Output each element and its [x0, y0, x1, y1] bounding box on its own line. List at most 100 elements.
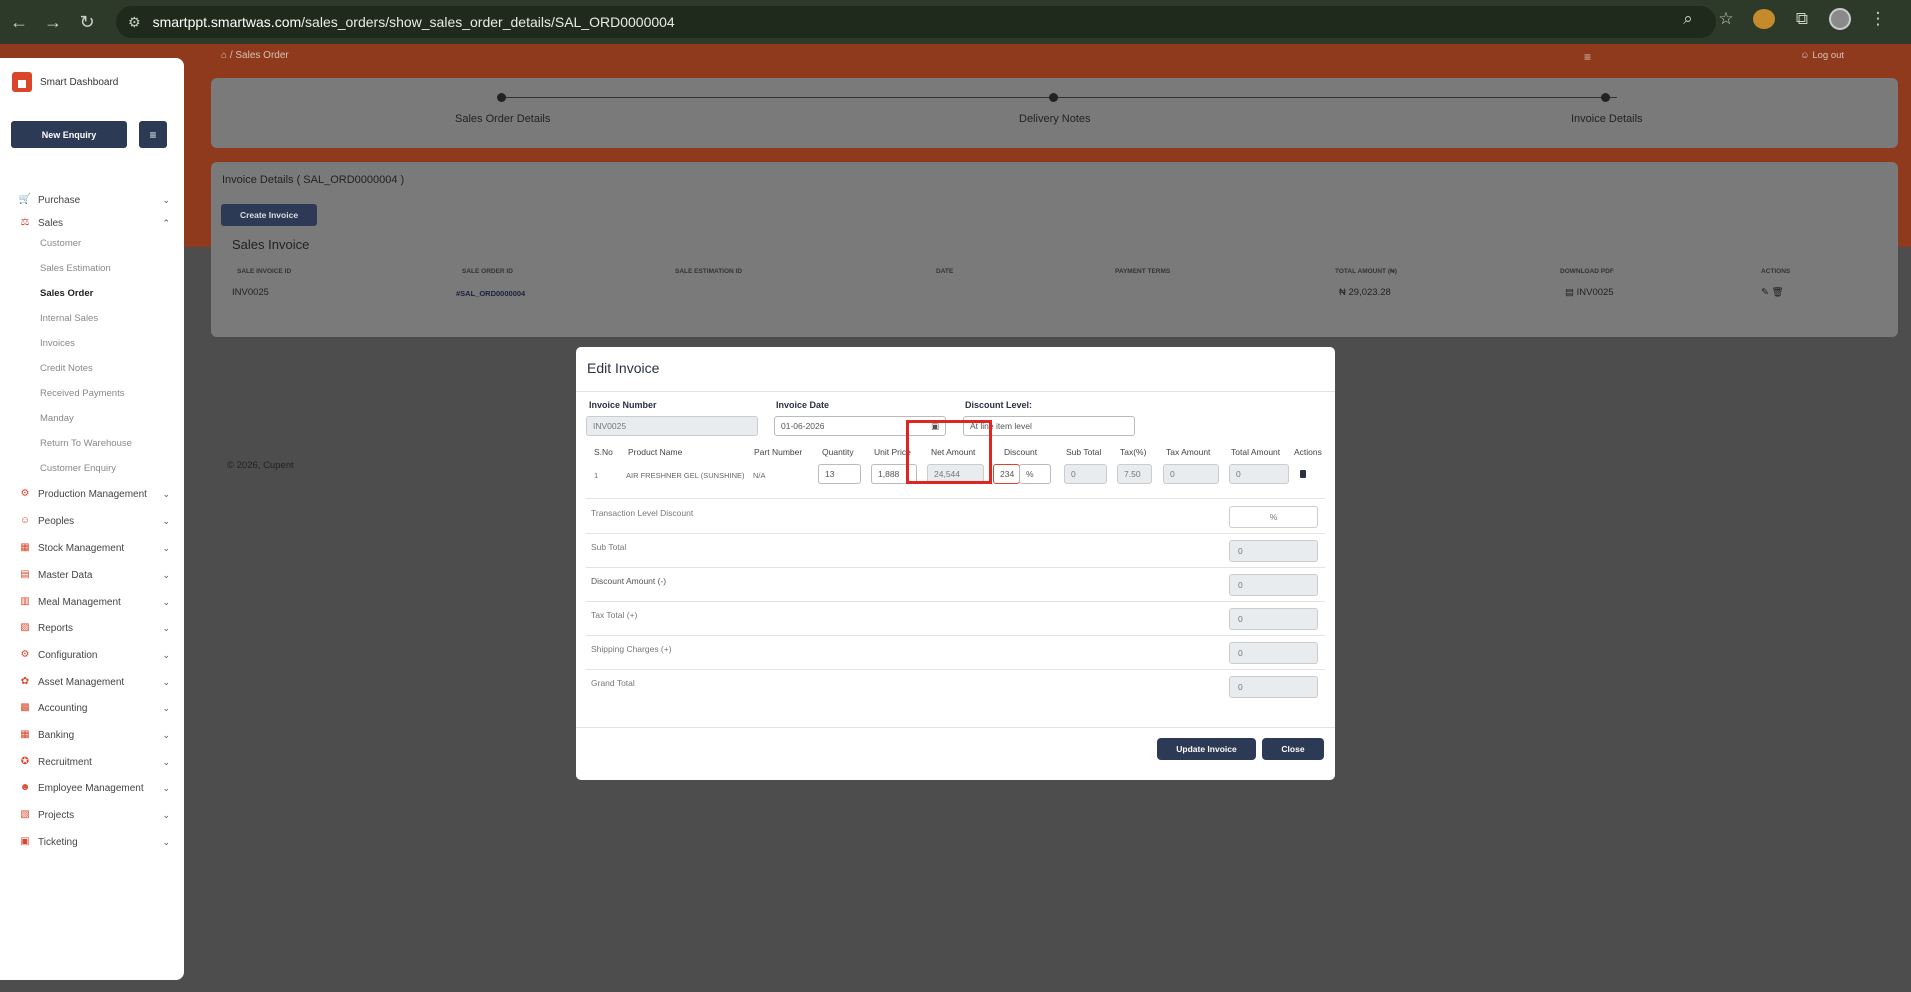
step-invoice-details[interactable]: Invoice Details: [1571, 113, 1643, 125]
sidebar-item-sales[interactable]: ⚖ Sales ⌃: [18, 215, 170, 231]
step-sales-order-details[interactable]: Sales Order Details: [455, 113, 550, 125]
tax-field[interactable]: 7.50: [1117, 464, 1152, 484]
col-header: SALE INVOICE ID: [237, 268, 292, 275]
download-pdf-link[interactable]: ▤ INV0025: [1565, 287, 1614, 298]
shipping-charges-field[interactable]: 0: [1229, 642, 1318, 664]
tax-total-field[interactable]: 0: [1229, 608, 1318, 630]
sidebar-item-reports[interactable]: ▨ Reports ⌄: [18, 620, 170, 636]
profile-avatar[interactable]: [1829, 8, 1851, 30]
product-name-cell: AIR FRESHNER GEL (SUNSHINE): [626, 471, 745, 480]
sidebar-item-peoples[interactable]: ☺ Peoples ⌄: [18, 513, 170, 529]
home-icon[interactable]: ⌂: [221, 50, 227, 61]
sidebar-sub-customer[interactable]: Customer: [40, 238, 81, 252]
edit-icon[interactable]: ✎: [1761, 287, 1769, 298]
update-invoice-button[interactable]: Update Invoice: [1157, 738, 1256, 760]
address-bar[interactable]: ⚙ smartppt.smartwas.com/sales_orders/sho…: [116, 6, 1716, 38]
sidebar-item-projects[interactable]: ▧ Projects ⌄: [18, 807, 170, 823]
invoice-number-field[interactable]: INV0025: [586, 416, 758, 436]
chevron-down-icon: ⌄: [162, 756, 170, 767]
sidebar-item-production-management[interactable]: ⚙ Production Management ⌄: [18, 486, 170, 502]
hamburger-icon[interactable]: ≡: [1584, 50, 1591, 64]
chevron-down-icon: ⌄: [162, 729, 170, 740]
sidebar-item-ticketing[interactable]: ▣ Ticketing ⌄: [18, 834, 170, 850]
sub-total-field[interactable]: 0: [1064, 464, 1107, 484]
sidebar-item-employee-management[interactable]: ☻ Employee Management ⌄: [18, 780, 170, 796]
close-button[interactable]: Close: [1262, 738, 1324, 760]
sale-order-link[interactable]: #SAL_ORD0000004: [456, 289, 525, 298]
brand[interactable]: Smart Dashboard: [12, 72, 118, 92]
discount-type-select[interactable]: %: [1019, 464, 1051, 484]
recruit-icon: ✪: [20, 756, 30, 767]
sidebar-sub-invoices[interactable]: Invoices: [40, 338, 75, 352]
new-enquiry-button[interactable]: New Enquiry: [11, 121, 127, 148]
data-icon: ▤: [20, 569, 30, 580]
divider: [586, 669, 1325, 670]
step-delivery-notes[interactable]: Delivery Notes: [1019, 113, 1091, 125]
sidebar-sub-sales-estimation[interactable]: Sales Estimation: [40, 263, 111, 277]
site-info-icon[interactable]: ⚙: [128, 14, 141, 31]
sidebar-item-stock-management[interactable]: ▦ Stock Management ⌄: [18, 540, 170, 556]
sidebar-sub-customer-enquiry[interactable]: Customer Enquiry: [40, 463, 116, 477]
back-icon[interactable]: ←: [4, 7, 34, 37]
discount-amount-field[interactable]: 0: [1229, 574, 1318, 596]
discount-input[interactable]: 234: [993, 464, 1020, 484]
sidebar-sub-credit-notes[interactable]: Credit Notes: [40, 363, 93, 377]
sidebar-sub-sales-order[interactable]: Sales Order: [40, 288, 93, 302]
sidebar-item-meal-management[interactable]: ▥ Meal Management ⌄: [18, 594, 170, 610]
user-icon: ☺: [1800, 50, 1810, 61]
sidebar-sub-internal-sales[interactable]: Internal Sales: [40, 313, 98, 327]
forward-icon[interactable]: →: [38, 7, 68, 37]
reload-icon[interactable]: ↻: [72, 7, 102, 37]
people-icon: ☺: [19, 515, 31, 526]
sidebar-item-purchase[interactable]: 🛒 Purchase ⌄: [18, 192, 170, 208]
create-invoice-button[interactable]: Create Invoice: [221, 204, 317, 226]
cart-icon: 🛒: [18, 194, 32, 205]
footer-brand[interactable]: Cupent: [263, 460, 294, 471]
chevron-down-icon: ⌄: [162, 809, 170, 820]
footer: © 2026, Cupent: [227, 460, 294, 471]
factory-icon: ⚙: [20, 488, 30, 499]
breadcrumb-current[interactable]: Sales Order: [235, 50, 288, 61]
discount-amount-label: Discount Amount (-): [591, 576, 667, 586]
transaction-discount-input[interactable]: %: [1229, 506, 1318, 528]
delete-icon[interactable]: 🗑: [1772, 287, 1784, 298]
sidebar-item-banking[interactable]: ▦ Banking ⌄: [18, 727, 170, 743]
chevron-down-icon: ⌄: [162, 622, 170, 633]
sidebar-sub-manday[interactable]: Manday: [40, 413, 74, 427]
sidebar-item-master-data[interactable]: ▤ Master Data ⌄: [18, 567, 170, 583]
col-header: Tax(%): [1120, 447, 1147, 457]
grand-total-field[interactable]: 0: [1229, 676, 1318, 698]
col-header: DOWNLOAD PDF: [1560, 268, 1614, 275]
bookmark-star-icon[interactable]: ☆: [1715, 9, 1737, 29]
sidebar-sub-return-to-warehouse[interactable]: Return To Warehouse: [40, 438, 132, 452]
sidebar-item-recruitment[interactable]: ✪ Recruitment ⌄: [18, 754, 170, 770]
breadcrumb: ⌂ / Sales Order: [221, 50, 289, 61]
col-header: TOTAL AMOUNT (₦): [1335, 268, 1397, 275]
store-logo-icon: [12, 72, 32, 92]
col-header: Discount: [1004, 447, 1038, 457]
menu-toggle-button[interactable]: ≡: [139, 121, 167, 148]
pdf-icon: ▤: [1565, 287, 1574, 298]
sub-total-summary-field[interactable]: 0: [1229, 540, 1318, 562]
url-text[interactable]: smartppt.smartwas.com/sales_orders/show_…: [153, 14, 675, 30]
extensions-icon[interactable]: ⧉: [1791, 9, 1813, 29]
extension-avatar-icon[interactable]: [1753, 9, 1775, 29]
total-amount-field[interactable]: 0: [1229, 464, 1289, 484]
sales-icon: ⚖: [20, 217, 30, 228]
delete-row-icon[interactable]: [1300, 470, 1306, 478]
chevron-down-icon: ⌄: [162, 596, 170, 607]
logout-link[interactable]: ☺ Log out: [1800, 50, 1844, 61]
sidebar-item-asset-management[interactable]: ✿ Asset Management ⌄: [18, 674, 170, 690]
browser-menu-icon[interactable]: ⋮: [1867, 9, 1889, 29]
zoom-icon[interactable]: ⌕: [1677, 9, 1699, 29]
chevron-up-icon: ⌃: [162, 217, 170, 228]
divider: [576, 391, 1335, 392]
step-dot: [497, 93, 506, 102]
sidebar-item-accounting[interactable]: ▩ Accounting ⌄: [18, 700, 170, 716]
sidebar-sub-received-payments[interactable]: Received Payments: [40, 388, 124, 402]
col-header: DATE: [936, 268, 954, 275]
quantity-input[interactable]: 13: [818, 464, 861, 484]
chevron-down-icon: ⌄: [162, 194, 170, 205]
tax-amount-field[interactable]: 0: [1163, 464, 1219, 484]
sidebar-item-configuration[interactable]: ⚙ Configuration ⌄: [18, 647, 170, 663]
